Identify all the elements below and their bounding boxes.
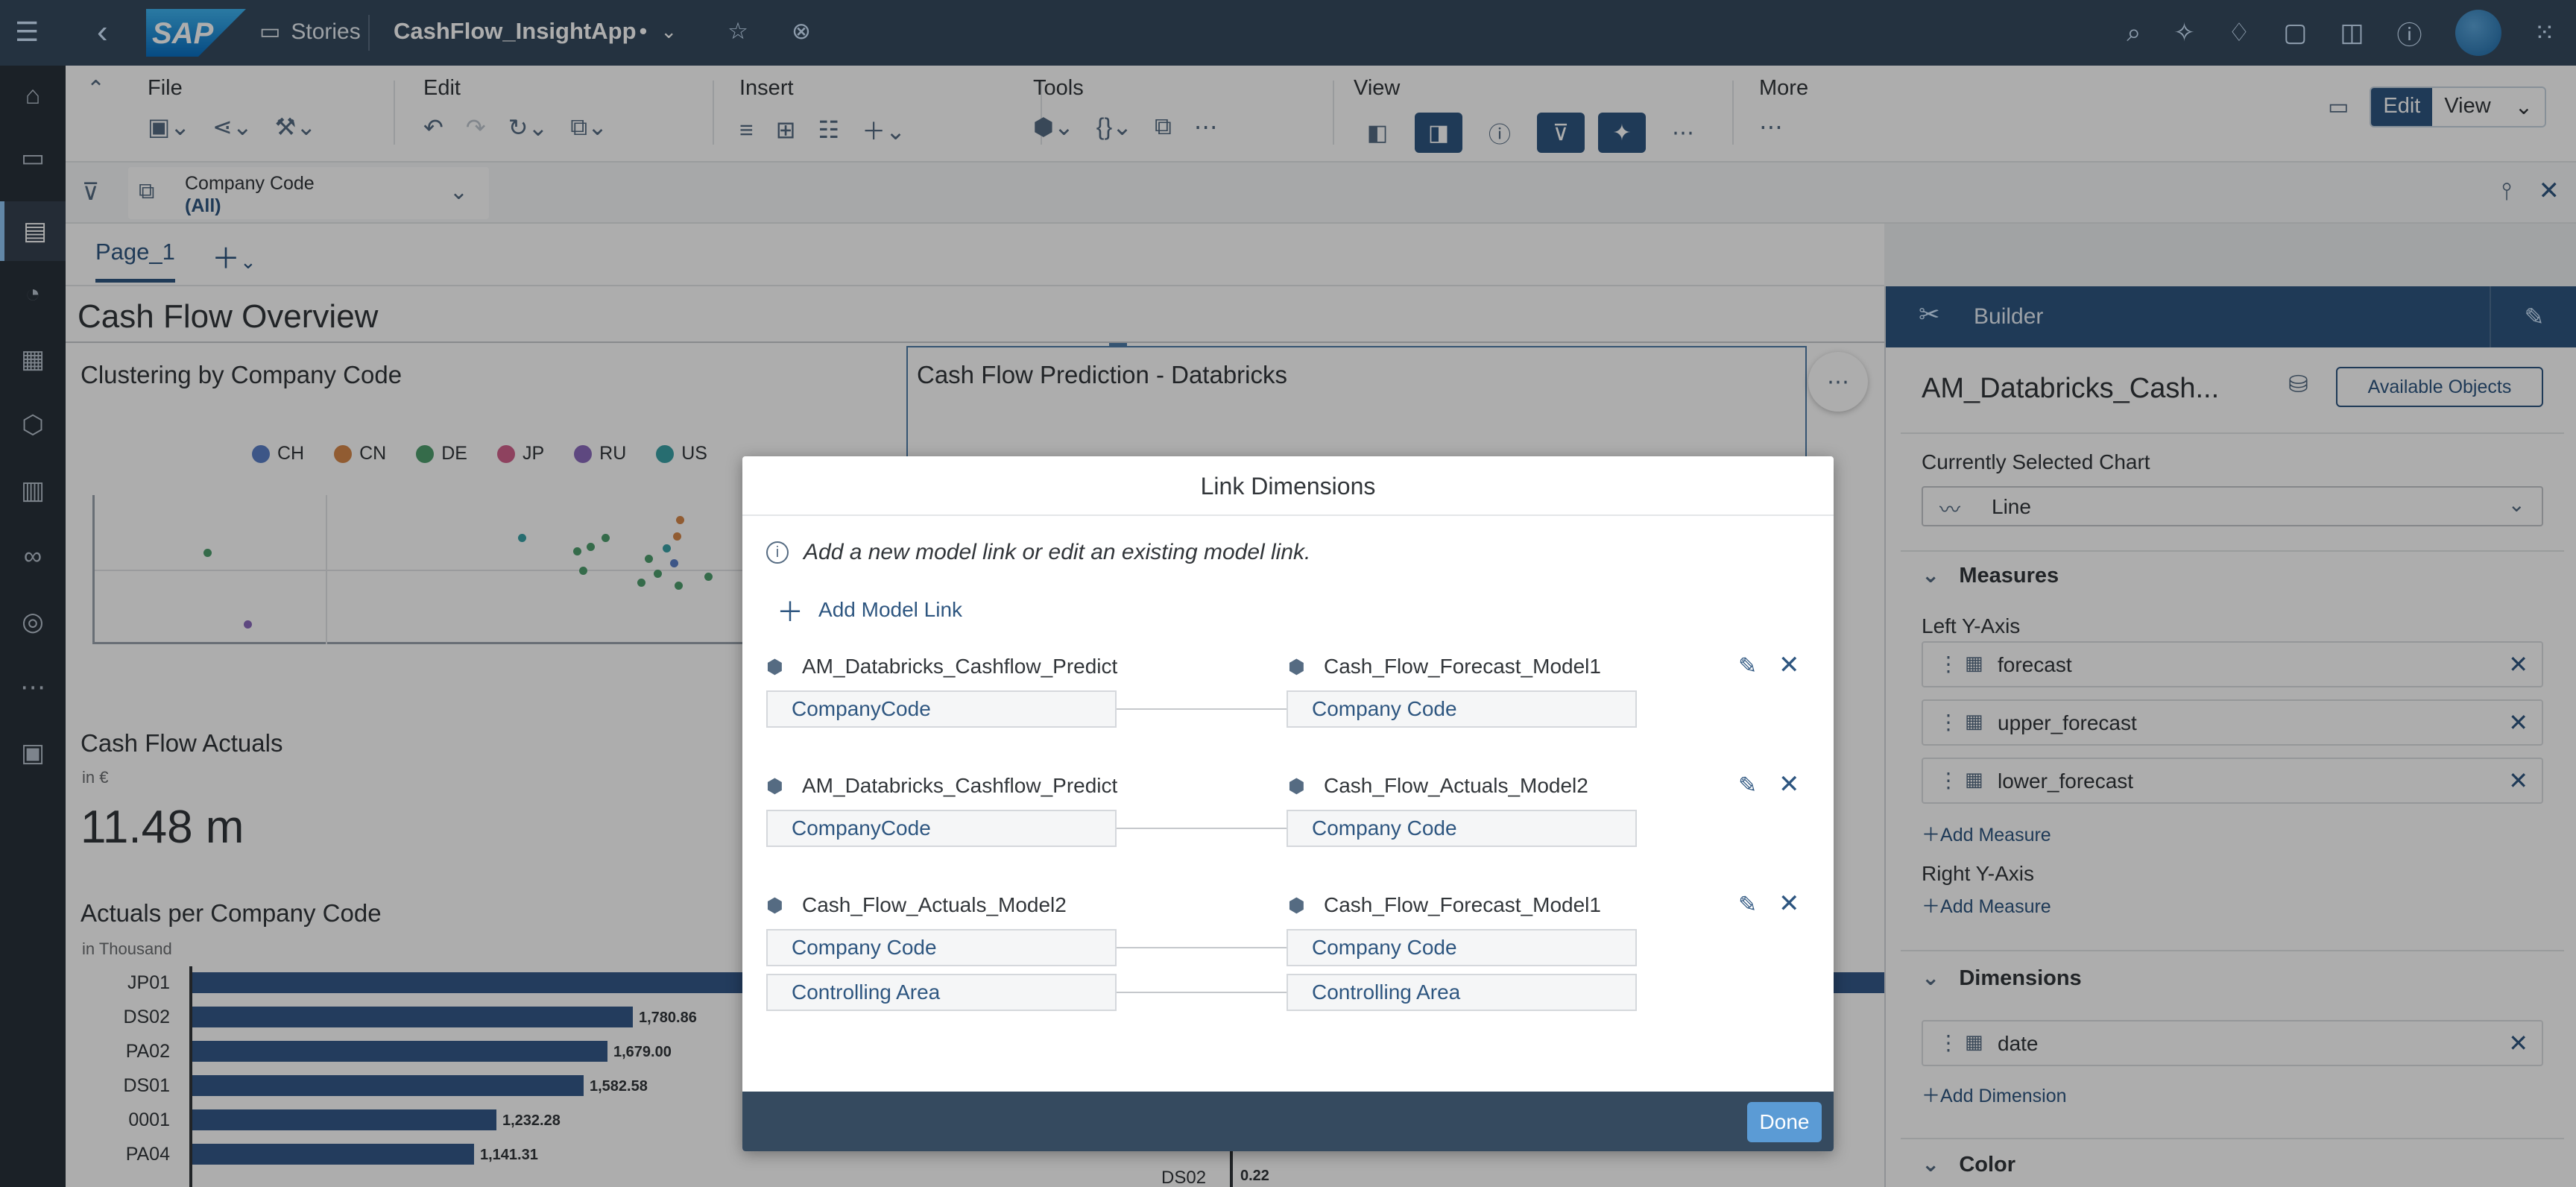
dialog-footer: Done (742, 1092, 1834, 1151)
delete-link-icon[interactable]: ✕ (1778, 650, 1800, 680)
edit-link-icon[interactable]: ✎ (1738, 772, 1757, 799)
link-connector (1117, 708, 1287, 710)
model-icon: ⬢ (766, 655, 783, 678)
right-dimension-field[interactable]: Company Code (1287, 929, 1637, 966)
model-icon: ⬢ (1288, 775, 1305, 797)
model-icon: ⬢ (1288, 655, 1305, 678)
delete-link-icon[interactable]: ✕ (1778, 769, 1800, 799)
right-model-name: ⬢ Cash_Flow_Forecast_Model1 (1288, 893, 1601, 916)
edit-link-icon[interactable]: ✎ (1738, 892, 1757, 918)
delete-link-icon[interactable]: ✕ (1778, 889, 1800, 919)
edit-link-icon[interactable]: ✎ (1738, 653, 1757, 679)
right-model-name: ⬢ Cash_Flow_Forecast_Model1 (1288, 655, 1601, 678)
dialog-info: i Add a new model link or edit an existi… (766, 540, 1310, 565)
link-connector (1117, 828, 1287, 829)
done-button[interactable]: Done (1747, 1102, 1822, 1142)
left-dimension-field[interactable]: CompanyCode (766, 810, 1117, 847)
link-connector (1117, 992, 1287, 993)
dialog-title: Link Dimensions (742, 456, 1834, 516)
model-icon: ⬢ (766, 775, 783, 797)
left-dimension-field[interactable]: Controlling Area (766, 974, 1117, 1011)
right-dimension-field[interactable]: Controlling Area (1287, 974, 1637, 1011)
link-dimensions-dialog: Link Dimensions i Add a new model link o… (742, 456, 1834, 1151)
link-connector (1117, 947, 1287, 948)
right-dimension-field[interactable]: Company Code (1287, 690, 1637, 728)
info-icon: i (766, 541, 789, 564)
add-model-link-button[interactable]: ＋ Add Model Link (777, 591, 962, 629)
right-model-name: ⬢ Cash_Flow_Actuals_Model2 (1288, 774, 1588, 797)
model-icon: ⬢ (766, 894, 783, 916)
left-dimension-field[interactable]: CompanyCode (766, 690, 1117, 728)
right-dimension-field[interactable]: Company Code (1287, 810, 1637, 847)
model-icon: ⬢ (1288, 894, 1305, 916)
left-dimension-field[interactable]: Company Code (766, 929, 1117, 966)
plus-icon: ＋ (777, 596, 804, 627)
